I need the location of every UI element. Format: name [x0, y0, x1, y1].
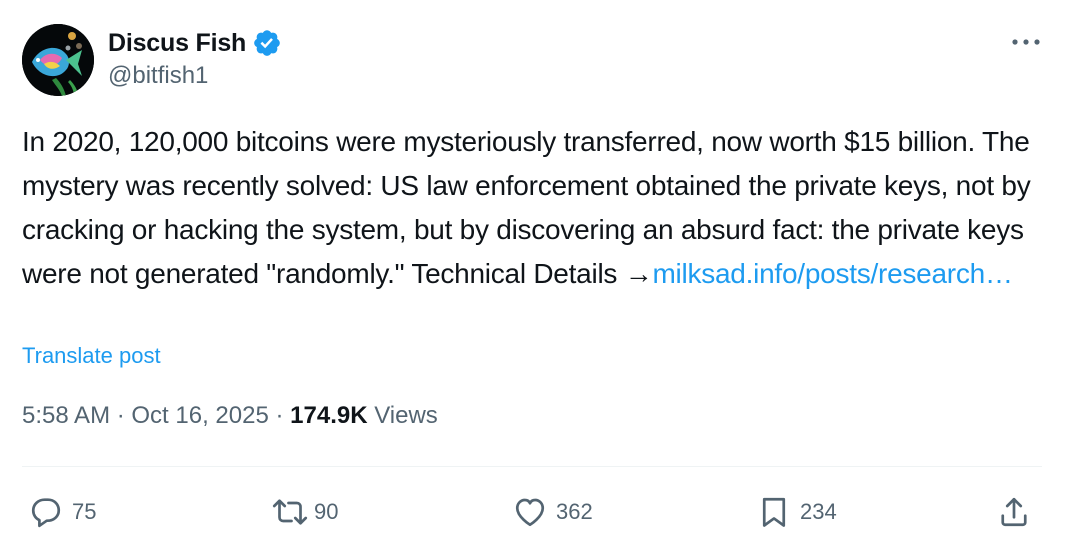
views-label: Views — [367, 402, 438, 429]
handle[interactable]: @bitfish1 — [108, 62, 282, 90]
meta-separator: · — [110, 402, 132, 429]
like-count: 362 — [556, 499, 593, 524]
meta-separator: · — [268, 402, 291, 429]
post-text: In 2020, 120,000 bitcoins were mysteriou… — [22, 120, 1052, 296]
repost-icon — [272, 499, 308, 525]
reply-count: 75 — [72, 499, 97, 524]
like-button[interactable]: 362 — [512, 488, 593, 536]
fish-avatar-icon — [22, 24, 94, 96]
bookmark-button[interactable]: 234 — [756, 488, 837, 536]
views-count: 174.9K — [290, 402, 368, 429]
bookmark-icon — [762, 497, 786, 527]
post-link[interactable]: milksad.info/posts/research… — [652, 258, 1013, 289]
reply-button[interactable]: 75 — [28, 488, 96, 536]
repost-count: 90 — [314, 499, 339, 524]
avatar[interactable] — [22, 24, 94, 96]
post-meta: 5:58 AM · Oct 16, 2025 · 174.9K Views — [22, 402, 438, 430]
heart-icon — [515, 498, 545, 527]
verified-badge-icon[interactable] — [252, 28, 282, 58]
author-block: Discus Fish @bitfish1 — [108, 26, 282, 90]
translate-post-link[interactable]: Translate post — [22, 343, 161, 369]
share-icon — [1001, 497, 1027, 527]
post-card: Discus Fish @bitfish1 In 2020, 120,000 b… — [0, 0, 1080, 554]
post-time[interactable]: 5:58 AM — [22, 402, 110, 430]
display-name[interactable]: Discus Fish — [108, 29, 246, 58]
bookmark-count: 234 — [800, 499, 837, 524]
more-options-button[interactable] — [1008, 30, 1044, 54]
more-dots-icon — [1012, 39, 1040, 45]
repost-button[interactable]: 90 — [270, 488, 338, 536]
divider — [22, 466, 1042, 467]
action-bar: 75 90 362 234 — [0, 488, 1080, 536]
post-date[interactable]: Oct 16, 2025 — [131, 402, 268, 430]
share-button[interactable] — [996, 488, 1032, 536]
reply-icon — [31, 498, 61, 528]
display-name-row: Discus Fish — [108, 26, 282, 60]
